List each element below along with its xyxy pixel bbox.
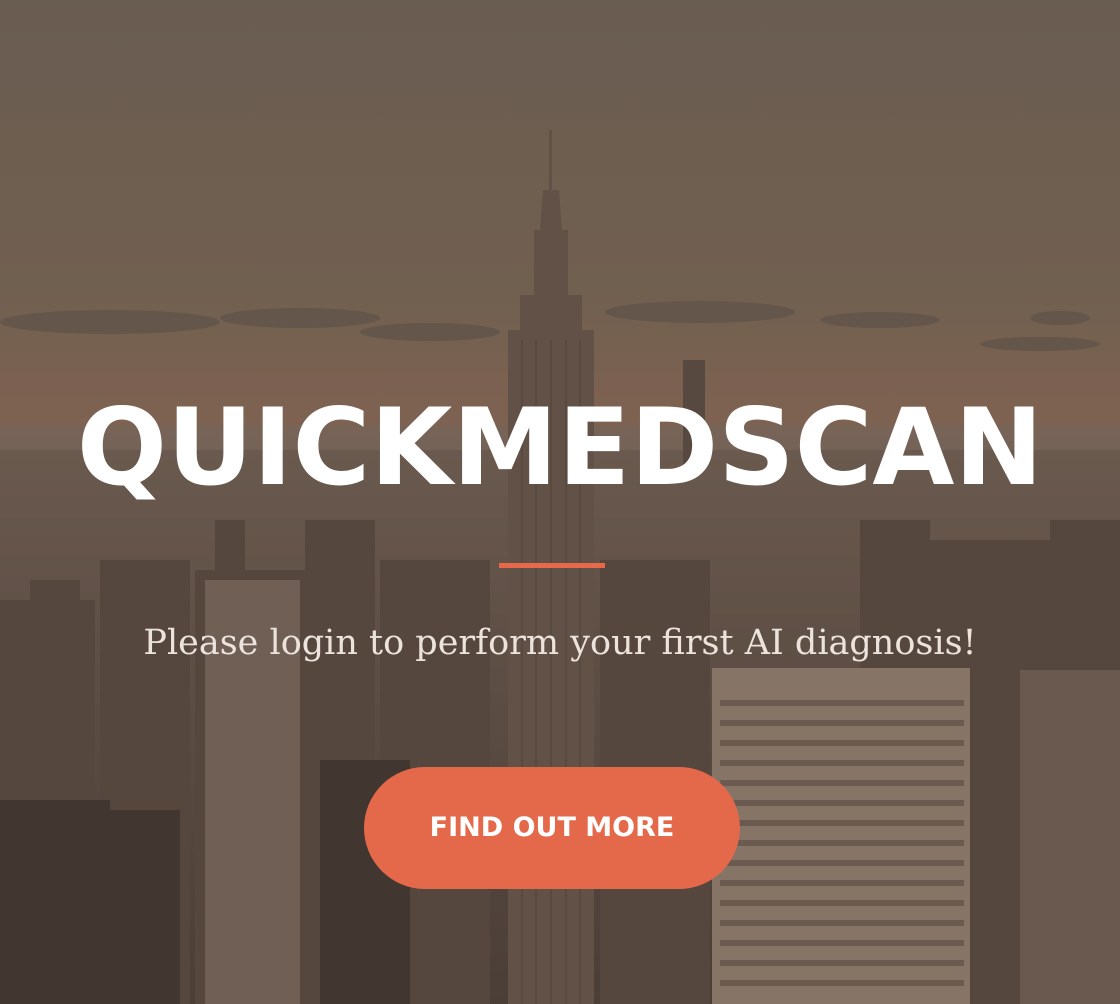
title-divider <box>499 563 605 568</box>
hero-section: QUICKMEDSCAN Please login to perform you… <box>0 0 1120 1004</box>
hero-title: QUICKMEDSCAN <box>76 386 1044 509</box>
hero-subtitle: Please login to perform your first AI di… <box>143 623 977 663</box>
find-out-more-button[interactable]: FIND OUT MORE <box>364 767 740 889</box>
